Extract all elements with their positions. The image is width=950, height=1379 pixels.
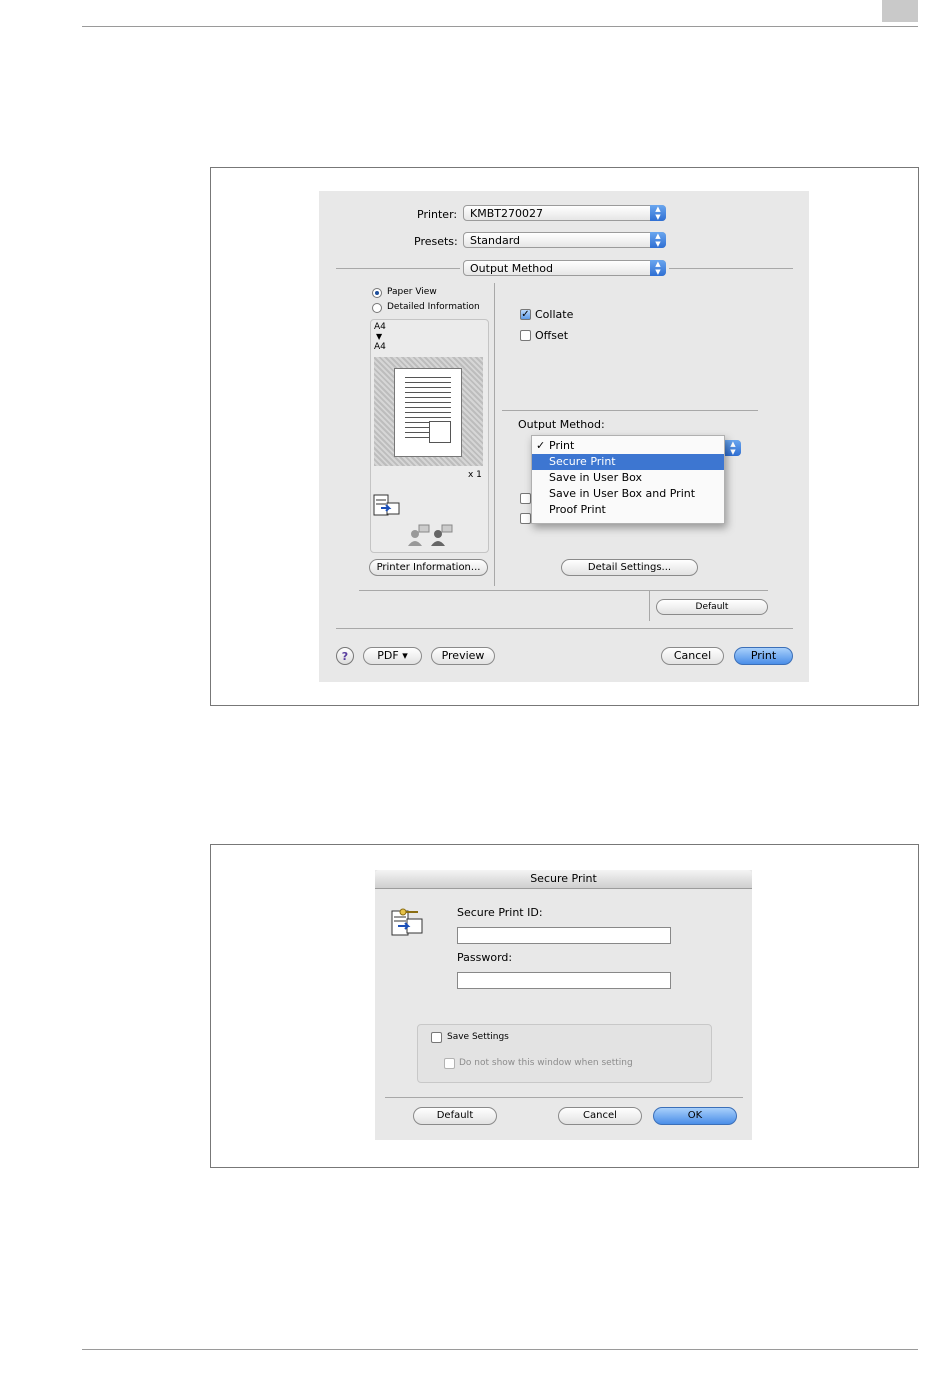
separator <box>359 590 768 591</box>
secure-print-id-label: Secure Print ID: <box>457 906 543 919</box>
preview-panel: A4 ▼ A4 x 1 <box>370 319 489 553</box>
panel-divider <box>494 283 495 586</box>
offset-checkbox[interactable] <box>520 330 531 341</box>
secure-print-key-icon <box>391 908 423 936</box>
menu-item-print[interactable]: ✓ Print <box>532 438 724 454</box>
separator <box>502 410 758 411</box>
help-icon[interactable]: ? <box>336 647 354 665</box>
hidden-checkbox[interactable] <box>520 513 531 524</box>
separator <box>336 628 793 629</box>
output-method-popup[interactable]: ▲ ▼ <box>723 440 741 456</box>
paper-view-label: Paper View <box>387 287 437 297</box>
paper-size-from: A4 <box>374 322 386 332</box>
offset-label: Offset <box>535 329 569 342</box>
title-bar: Secure Print <box>375 870 752 889</box>
dialog-title: Secure Print <box>530 872 597 885</box>
detail-settings-button[interactable]: Detail Settings... <box>561 559 698 576</box>
secure-print-icon <box>373 494 400 516</box>
preview-button[interactable]: Preview <box>431 647 495 665</box>
popup-arrows-icon: ▲ ▼ <box>725 440 741 456</box>
collate-checkbox[interactable]: ✓ <box>520 309 531 320</box>
secure-print-dialog: Secure Print Secure Print ID: Password: … <box>375 870 752 1140</box>
pdf-button[interactable]: PDF ▾ <box>363 647 422 665</box>
paper-view-radio[interactable] <box>372 288 382 298</box>
detailed-info-radio[interactable] <box>372 303 382 313</box>
printer-popup[interactable]: KMBT270027 ▲ ▼ <box>463 205 666 221</box>
password-input[interactable] <box>457 972 671 989</box>
separator <box>669 268 793 269</box>
stamp-box <box>429 421 451 443</box>
popup-arrows-icon: ▲ ▼ <box>650 232 666 248</box>
collate-label: Collate <box>535 308 574 321</box>
cancel-button[interactable]: Cancel <box>558 1107 642 1125</box>
presets-popup[interactable]: Standard ▲ ▼ <box>463 232 666 248</box>
popup-arrows-icon: ▲ ▼ <box>650 260 666 276</box>
users-icon <box>408 524 453 546</box>
presets-label: Presets: <box>414 235 458 248</box>
ok-button[interactable]: OK <box>653 1107 737 1125</box>
save-settings-group: Save Settings Do not show this window wh… <box>417 1024 712 1083</box>
do-not-show-checkbox[interactable] <box>444 1058 455 1069</box>
presets-value: Standard <box>470 234 521 247</box>
secure-print-id-input[interactable] <box>457 927 671 944</box>
copies-count: x 1 <box>468 470 482 480</box>
password-label: Password: <box>457 951 513 964</box>
do-not-show-label: Do not show this window when setting <box>459 1058 633 1068</box>
popup-arrows-icon: ▲ ▼ <box>650 205 666 221</box>
divider <box>649 591 650 621</box>
page-thumbnail <box>394 368 462 457</box>
printer-information-button[interactable]: Printer Information... <box>369 559 488 576</box>
page-corner-tab <box>882 0 918 22</box>
menu-item-secure-print[interactable]: Secure Print <box>532 454 724 470</box>
separator <box>336 268 460 269</box>
menu-item-proof-print[interactable]: Proof Print <box>532 502 724 518</box>
panel-value: Output Method <box>470 262 553 275</box>
menu-item-save-in-user-box[interactable]: Save in User Box <box>532 470 724 486</box>
printer-value: KMBT270027 <box>470 207 543 220</box>
print-dialog: Printer: KMBT270027 ▲ ▼ Presets: Standard… <box>319 191 809 682</box>
checkmark-icon: ✓ <box>536 439 546 452</box>
print-button[interactable]: Print <box>734 647 793 665</box>
paper-preview <box>374 357 483 466</box>
output-method-menu: ✓ Print Secure Print Save in User Box Sa… <box>531 435 725 524</box>
save-settings-checkbox[interactable] <box>431 1032 442 1043</box>
detailed-info-label: Detailed Information <box>387 302 480 312</box>
footer-rule <box>82 1349 918 1350</box>
header-rule <box>82 26 918 27</box>
separator <box>385 1097 743 1098</box>
printer-label: Printer: <box>417 208 458 221</box>
arrow-down-icon: ▼ <box>376 332 383 341</box>
output-method-label: Output Method: <box>518 418 605 431</box>
menu-item-save-in-user-box-and-print[interactable]: Save in User Box and Print <box>532 486 724 502</box>
hidden-checkbox[interactable] <box>520 493 531 504</box>
save-settings-label: Save Settings <box>447 1032 509 1042</box>
default-button[interactable]: Default <box>413 1107 497 1125</box>
paper-size-to: A4 <box>374 342 386 352</box>
panel-popup[interactable]: Output Method ▲ ▼ <box>463 260 666 276</box>
default-button[interactable]: Default <box>656 599 768 615</box>
cancel-button[interactable]: Cancel <box>661 647 724 665</box>
